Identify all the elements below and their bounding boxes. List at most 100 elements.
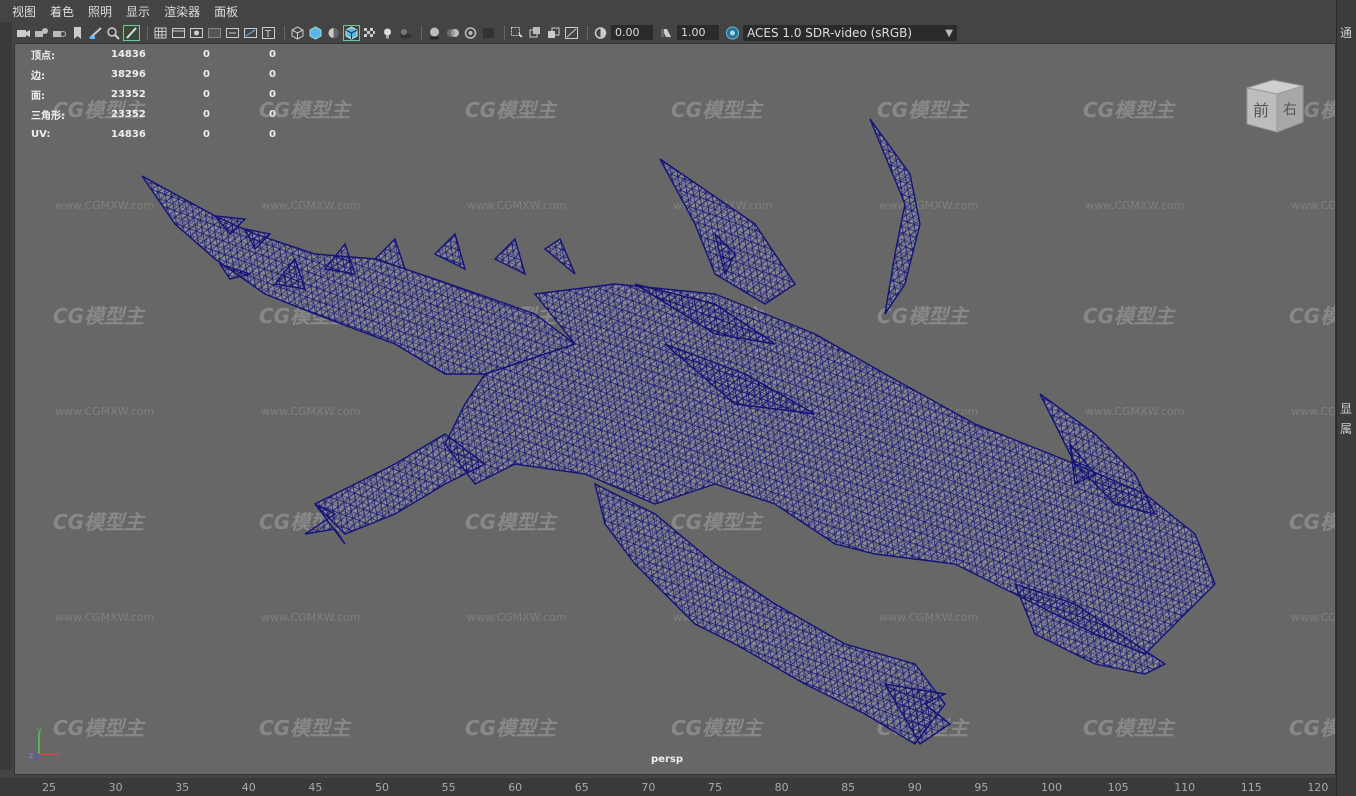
menu-renderer[interactable]: 渲染器 <box>164 3 200 20</box>
xray-joints-icon[interactable] <box>564 26 579 40</box>
grid-icon[interactable] <box>153 26 168 40</box>
hud-label: 面: <box>31 90 45 102</box>
hud-label: 顶点: <box>31 50 55 62</box>
menu-show[interactable]: 显示 <box>126 3 150 20</box>
gamma-icon[interactable] <box>659 26 674 40</box>
hud-row-edges: 边: 38296 0 0 <box>31 64 276 84</box>
hud-value: 23352 <box>111 108 146 120</box>
timeline-tick-label: 45 <box>308 781 323 794</box>
hud-value: 0 <box>269 108 276 120</box>
bookmark-camera-icon[interactable] <box>52 26 67 40</box>
image-plane-icon[interactable] <box>88 26 103 40</box>
toolbar-separator <box>504 25 505 40</box>
timeline-tick-label: 55 <box>441 781 456 794</box>
hud-value: 0 <box>203 128 210 140</box>
dragon-wireframe-model[interactable] <box>15 44 1335 774</box>
viewport-toolbar: T 0.00 1.00 ACES 1.0 SDR-video (sRGB) ▼ <box>16 22 1336 43</box>
hud-value: 0 <box>203 88 210 100</box>
film-gate-icon[interactable] <box>171 26 186 40</box>
menu-shading[interactable]: 着色 <box>50 3 74 20</box>
left-shelf-strip <box>0 22 12 770</box>
safe-title-icon[interactable]: T <box>261 26 276 40</box>
hud-label: 三角形: <box>31 110 65 122</box>
select-camera-icon[interactable] <box>16 26 31 40</box>
smooth-shade-icon[interactable] <box>308 25 323 40</box>
menu-view[interactable]: 视图 <box>12 3 36 20</box>
use-all-lights-icon[interactable] <box>380 26 395 40</box>
textured-icon[interactable] <box>362 26 377 40</box>
hud-value: 0 <box>269 68 276 80</box>
hud-row-vertices: 顶点: 14836 0 0 <box>31 44 276 64</box>
view-transform-dropdown[interactable]: ACES 1.0 SDR-video (sRGB) ▼ <box>743 24 957 41</box>
anti-aliasing-icon[interactable] <box>463 26 478 40</box>
color-management-toggle-icon[interactable] <box>725 26 740 40</box>
hud-value: 0 <box>269 88 276 100</box>
gate-mask-icon[interactable] <box>207 26 222 40</box>
resolution-gate-icon[interactable] <box>189 26 204 40</box>
timeline-tick-label: 90 <box>907 781 922 794</box>
toolbar-separator <box>147 25 148 40</box>
camera-attributes-icon[interactable] <box>34 26 49 40</box>
poly-count-hud: 顶点: 14836 0 0 边: 38296 0 0 面: 23352 0 0 … <box>31 44 276 144</box>
timeline-tick-label: 105 <box>1107 781 1129 794</box>
grease-pencil-icon[interactable] <box>123 24 140 41</box>
xray-icon[interactable] <box>528 26 543 40</box>
hud-row-uvs: UV: 14836 0 0 <box>31 124 276 144</box>
default-material-icon[interactable] <box>326 26 341 40</box>
timeline-tick-label: 110 <box>1174 781 1196 794</box>
axis-x-label: x <box>56 749 61 758</box>
view-cube-right-face[interactable]: 右 <box>1283 102 1297 118</box>
time-slider[interactable]: 25 30 35 40 45 50 55 60 65 70 75 80 85 90 95 100 105 110 1… <box>0 778 1336 796</box>
depth-of-field-icon[interactable] <box>481 26 496 40</box>
hud-value: 14836 <box>111 48 146 60</box>
field-chart-icon[interactable] <box>225 26 240 40</box>
view-cube-front-face[interactable]: 前 <box>1253 101 1269 120</box>
menu-panels[interactable]: 面板 <box>214 3 238 20</box>
timeline-tick-label: 65 <box>574 781 589 794</box>
timeline-tick-label: 80 <box>774 781 789 794</box>
panel-menu-bar: 视图 着色 照明 显示 渲染器 面板 <box>0 0 1336 22</box>
timeline-tick-label: 60 <box>508 781 523 794</box>
wireframe-icon[interactable] <box>290 25 305 40</box>
hud-value: 38296 <box>111 68 146 80</box>
shadows-icon[interactable] <box>398 26 413 40</box>
safe-action-icon[interactable] <box>243 26 258 40</box>
isolate-select-icon[interactable] <box>510 26 525 40</box>
exposure-input[interactable]: 0.00 <box>611 25 653 40</box>
ambient-occlusion-icon[interactable] <box>427 26 442 40</box>
axis-y-label: y <box>37 726 42 735</box>
timeline-tick-label: 120 <box>1307 781 1329 794</box>
camera-name-label: persp <box>651 754 683 765</box>
right-panel-glyph: 显 <box>1340 402 1353 416</box>
menu-lighting[interactable]: 照明 <box>88 3 112 20</box>
hud-label: UV: <box>31 128 51 140</box>
hud-value: 0 <box>269 48 276 60</box>
wireframe-on-shaded-icon[interactable] <box>343 24 360 41</box>
timeline-tick-label: 25 <box>42 781 56 794</box>
toolbar-separator <box>421 25 422 40</box>
timeline-tick-label: 30 <box>108 781 123 794</box>
view-transform-value: ACES 1.0 SDR-video (sRGB) <box>747 25 913 40</box>
xray-active-components-icon[interactable] <box>546 26 561 40</box>
2d-pan-zoom-icon[interactable] <box>106 26 121 40</box>
exposure-icon[interactable] <box>593 26 608 40</box>
timeline-tick-label: 75 <box>708 781 722 794</box>
view-cube[interactable]: 前 右 <box>1243 74 1307 134</box>
svg-text:T: T <box>264 29 272 40</box>
dragon-mesh-wires-secondary <box>142 119 1215 744</box>
hud-value: 14836 <box>111 128 146 140</box>
hud-value: 0 <box>269 128 276 140</box>
timeline-tick-label: 115 <box>1240 781 1262 794</box>
bookmark-icon[interactable] <box>70 26 85 40</box>
perspective-viewport[interactable]: CG模型主CG模型主CG模型主CG模型主CG模型主CG模型主CG模型主CG模型主… <box>14 43 1336 775</box>
timeline-tick-label: 50 <box>375 781 389 794</box>
motion-blur-icon[interactable] <box>445 26 460 40</box>
chevron-down-icon: ▼ <box>945 27 953 39</box>
toolbar-separator <box>587 25 588 40</box>
hud-value: 0 <box>203 108 210 120</box>
toolbar-separator <box>284 25 285 40</box>
gamma-input[interactable]: 1.00 <box>677 25 719 40</box>
hud-row-faces: 面: 23352 0 0 <box>31 84 276 104</box>
timeline-tick-label: 95 <box>974 781 989 794</box>
hud-label: 边: <box>31 70 45 82</box>
